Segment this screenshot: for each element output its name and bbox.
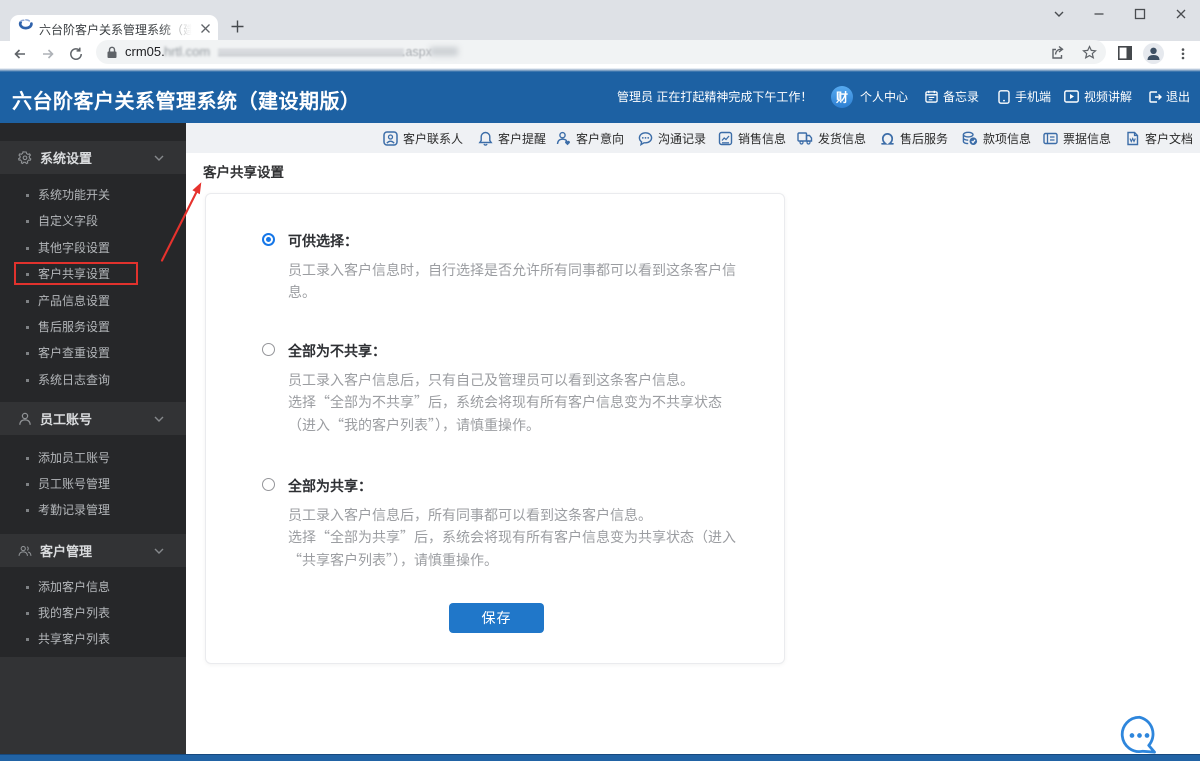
svg-text:财: 财 [835,89,848,104]
